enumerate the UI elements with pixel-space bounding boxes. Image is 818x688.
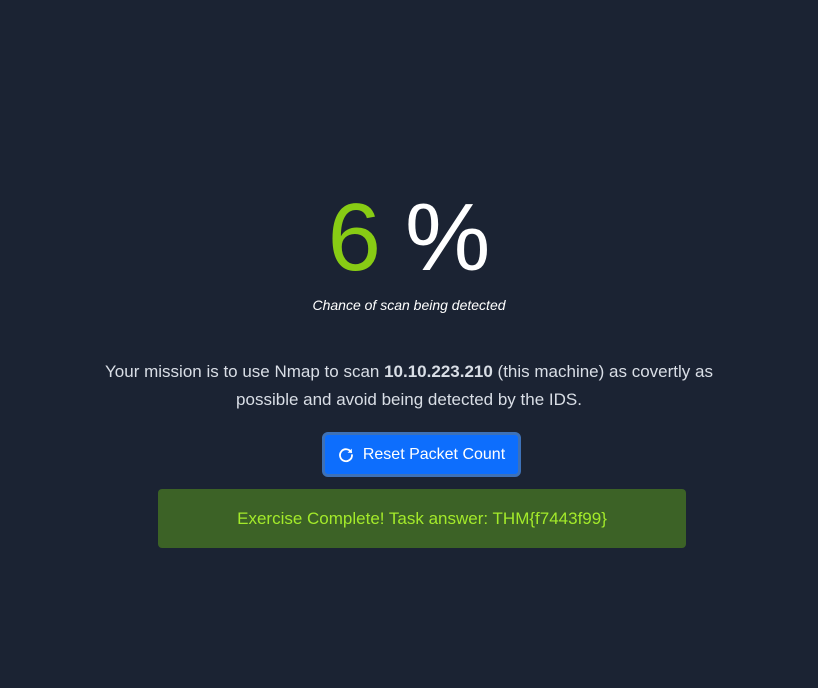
- detection-caption: Chance of scan being detected: [312, 297, 506, 313]
- success-message: Exercise Complete! Task answer: THM{f744…: [237, 508, 607, 528]
- refresh-icon: [338, 447, 354, 463]
- detection-percentage: 6%: [0, 186, 818, 290]
- mission-text: Your mission is to use Nmap to scan 10.1…: [100, 358, 718, 414]
- percent-sign: %: [405, 184, 491, 291]
- success-alert: Exercise Complete! Task answer: THM{f744…: [158, 489, 686, 548]
- reset-button-label: Reset Packet Count: [362, 445, 506, 463]
- target-ip: 10.10.223.210: [384, 362, 493, 381]
- mission-text-before: Your mission is to use Nmap to scan: [105, 362, 385, 381]
- page: 6% Chance of scan being detected Your mi…: [0, 0, 818, 688]
- reset-packet-count-button[interactable]: Reset Packet Count: [322, 432, 521, 477]
- detection-value: 6: [327, 184, 382, 291]
